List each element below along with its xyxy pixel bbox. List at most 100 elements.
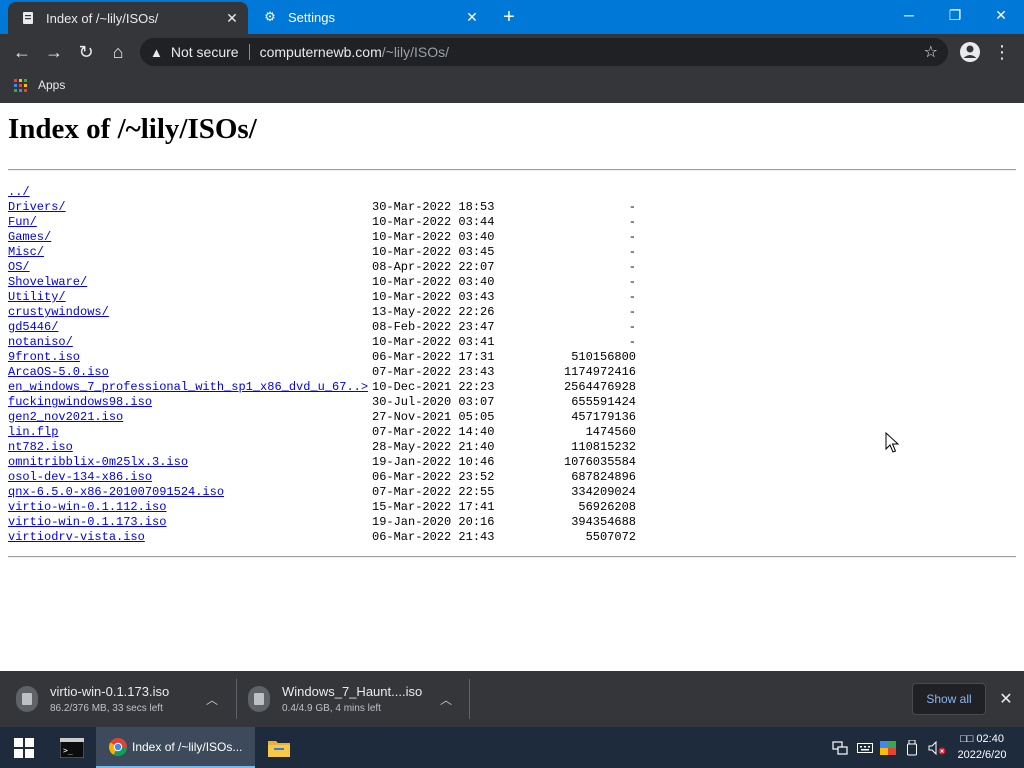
page-content: Index of /~lily/ISOs/ ../Drivers/30-Mar-… <box>0 103 1024 671</box>
apps-shortcut[interactable]: Apps <box>14 78 65 92</box>
terminal-app-icon[interactable]: >_ <box>50 727 94 768</box>
entry-link[interactable]: gen2_nov2021.iso <box>8 410 123 424</box>
listing-row: Misc/10-Mar-2022 03:45 - <box>8 245 648 260</box>
entry-date: 10-Mar-2022 03:40 <box>372 275 495 289</box>
color-app-icon[interactable] <box>878 727 898 768</box>
forward-arrow-icon[interactable]: → <box>40 38 68 66</box>
directory-listing: ../Drivers/30-Mar-2022 18:53- Fun/10-Mar-… <box>8 185 648 545</box>
network-icon[interactable] <box>830 727 850 768</box>
entry-size: - <box>628 305 636 319</box>
entry-date: 19-Jan-2022 10:46 <box>372 455 495 469</box>
url-path: /~lily/ISOs/ <box>381 44 450 60</box>
back-arrow-icon[interactable]: ← <box>8 38 36 66</box>
restore-button[interactable]: ❐ <box>932 0 978 30</box>
listing-row: notaniso/10-Mar-2022 03:41 - <box>8 335 648 350</box>
download-item[interactable]: Windows_7_Haunt....iso 0.4/4.9 GB, 4 min… <box>244 679 464 719</box>
entry-link[interactable]: en_windows_7_professional_with_sp1_x86_d… <box>8 380 368 394</box>
chevron-up-icon[interactable]: ︿ <box>440 691 452 708</box>
tab-strip: Index of /~lily/ISOs/ ✕ ⚙ Settings ✕ + ─… <box>0 0 1024 34</box>
close-window-button[interactable]: ✕ <box>978 0 1024 30</box>
tab-settings[interactable]: ⚙ Settings ✕ <box>250 0 488 34</box>
windows-start-icon[interactable] <box>0 727 48 768</box>
entry-link[interactable]: lin.flp <box>8 425 58 439</box>
entry-date: 10-Mar-2022 03:40 <box>372 230 495 244</box>
entry-link[interactable]: fuckingwindows98.iso <box>8 395 152 409</box>
entry-link[interactable]: crustywindows/ <box>8 305 109 319</box>
bookmarks-bar: Apps <box>0 70 1024 103</box>
entry-link[interactable]: notaniso/ <box>8 335 73 349</box>
close-shelf-icon[interactable]: ✕ <box>996 689 1016 709</box>
entry-link[interactable]: Shovelware/ <box>8 275 87 289</box>
reload-icon[interactable]: ↻ <box>72 38 100 66</box>
entry-link[interactable]: Utility/ <box>8 290 66 304</box>
system-clock[interactable]: □□ 02:40 2022/6/20 <box>952 731 1012 763</box>
entry-date: 06-Mar-2022 21:43 <box>372 530 495 544</box>
entry-link[interactable]: Misc/ <box>8 245 44 259</box>
entry-link[interactable]: osol-dev-134-x86.iso <box>8 470 152 484</box>
entry-size: - <box>628 290 636 304</box>
entry-link[interactable]: Drivers/ <box>8 200 66 214</box>
download-item[interactable]: virtio-win-0.1.173.iso 86.2/376 MB, 33 s… <box>12 679 230 719</box>
apps-grid-icon <box>14 78 27 92</box>
entry-link[interactable]: virtio-win-0.1.173.iso <box>8 515 166 529</box>
clock-date: 2022/6/20 <box>957 749 1007 761</box>
clock-time: □□ 02:40 <box>960 733 1004 745</box>
entry-date: 07-Mar-2022 22:55 <box>372 485 495 499</box>
show-all-button[interactable]: Show all <box>912 683 986 715</box>
home-icon[interactable]: ⌂ <box>104 38 132 66</box>
menu-kebab-icon[interactable]: ⋮ <box>988 38 1016 66</box>
entry-link[interactable]: 9front.iso <box>8 350 80 364</box>
chrome-icon <box>108 737 128 757</box>
listing-row: 9front.iso 06-Mar-2022 17:31 510156800 <box>8 350 648 365</box>
entry-link[interactable]: ArcaOS-5.0.iso <box>8 365 109 379</box>
chrome-window-title: Index of /~lily/ISOs... <box>132 739 243 754</box>
security-label[interactable]: Not secure <box>171 44 239 60</box>
entry-date: 10-Mar-2022 03:45 <box>372 245 495 259</box>
warning-icon[interactable]: ▲ <box>150 45 163 60</box>
entry-link[interactable]: nt782.iso <box>8 440 73 454</box>
usb-device-icon[interactable] <box>902 727 922 768</box>
listing-row: Fun/10-Mar-2022 03:44 - <box>8 215 648 230</box>
entry-size: 334209024 <box>571 485 636 499</box>
listing-row: lin.flp 07-Mar-2022 14:40 1474560 <box>8 425 648 440</box>
divider-bottom <box>8 556 1016 558</box>
listing-row: nt782.iso 28-May-2022 21:40 110815232 <box>8 440 648 455</box>
listing-row: en_windows_7_professional_with_sp1_x86_d… <box>8 380 648 395</box>
entry-size: - <box>628 245 636 259</box>
entry-date: 10-Dec-2021 22:23 <box>372 380 495 394</box>
entry-link[interactable]: Fun/ <box>8 215 37 229</box>
entry-size: 687824896 <box>571 470 636 484</box>
entry-link[interactable]: gd5446/ <box>8 320 58 334</box>
listing-row: crustywindows/13-May-2022 22:26 - <box>8 305 648 320</box>
entry-size: 394354688 <box>571 515 636 529</box>
entry-size: 5507072 <box>585 530 636 544</box>
divider <box>236 679 237 719</box>
new-tab-button[interactable]: + <box>498 6 520 28</box>
bookmark-star-icon[interactable]: ☆ <box>924 42 938 62</box>
entry-link[interactable]: qnx-6.5.0-x86-201007091524.iso <box>8 485 224 499</box>
keyboard-icon[interactable] <box>854 727 876 768</box>
divider <box>469 679 470 719</box>
chevron-up-icon[interactable]: ︿ <box>206 691 218 708</box>
entry-link[interactable]: OS/ <box>8 260 30 274</box>
entry-size: - <box>628 260 636 274</box>
entry-size: 2564476928 <box>563 380 636 394</box>
close-tab-icon[interactable]: ✕ <box>222 8 242 28</box>
entry-link[interactable]: virtiodrv-vista.iso <box>8 530 145 544</box>
entry-link[interactable]: Games/ <box>8 230 51 244</box>
volume-muted-icon[interactable] <box>926 727 948 768</box>
entry-link[interactable]: ../ <box>8 185 30 199</box>
entry-size: 1174972416 <box>563 365 636 379</box>
tab-index-of-isos[interactable]: Index of /~lily/ISOs/ ✕ <box>8 2 248 34</box>
chrome-taskbar-button[interactable]: Index of /~lily/ISOs... <box>96 727 255 768</box>
entry-link[interactable]: omnitribblix-0m25lx.3.iso <box>8 455 188 469</box>
profile-avatar-icon[interactable] <box>956 38 984 66</box>
close-tab-icon[interactable]: ✕ <box>462 7 482 27</box>
minimize-button[interactable]: ─ <box>886 0 932 30</box>
entry-link[interactable]: virtio-win-0.1.112.iso <box>8 500 166 514</box>
address-bar[interactable]: ▲ Not secure computernewb.com /~lily/ISO… <box>140 38 948 66</box>
file-explorer-icon[interactable] <box>256 727 302 768</box>
windows-taskbar: >_ Index of /~lily/ISOs... □□ 02:40 2022… <box>0 727 1024 768</box>
browser-toolbar: ← → ↻ ⌂ ▲ Not secure computernewb.com /~… <box>0 34 1024 70</box>
entry-size: - <box>628 320 636 334</box>
